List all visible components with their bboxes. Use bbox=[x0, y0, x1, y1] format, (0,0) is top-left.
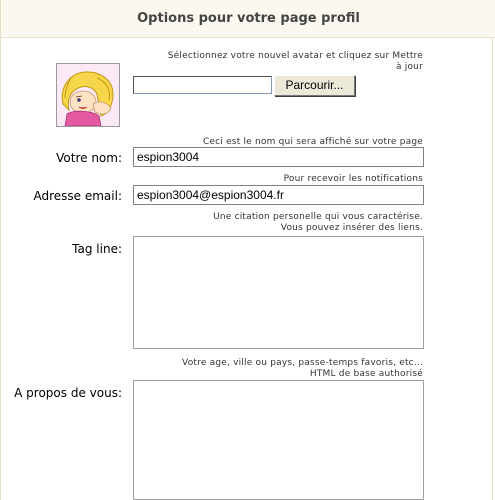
name-label: Votre nom: bbox=[56, 151, 122, 165]
about-hint: Votre age, ville ou pays, passe-temps fa… bbox=[182, 358, 423, 380]
tagline-label: Tag line: bbox=[72, 242, 122, 256]
browse-button[interactable]: Parcourir... bbox=[274, 75, 355, 96]
tagline-hint-line1: Une citation personelle qui vous caracté… bbox=[213, 212, 423, 222]
name-input[interactable] bbox=[133, 147, 424, 167]
email-input[interactable] bbox=[133, 185, 424, 205]
about-hint-line2: HTML de base authorisé bbox=[309, 369, 423, 379]
avatar-hint-line2: à jour bbox=[396, 62, 423, 72]
email-hint: Pour recevoir les notifications bbox=[283, 174, 423, 184]
cartoon-avatar-icon bbox=[57, 64, 119, 126]
about-label: A propos de vous: bbox=[14, 386, 122, 400]
about-textarea[interactable] bbox=[133, 380, 424, 500]
tagline-hint: Une citation personelle qui vous caracté… bbox=[213, 212, 423, 234]
avatar-hint: Sélectionnez votre nouvel avatar et cliq… bbox=[168, 51, 423, 73]
page-title: Options pour votre page profil bbox=[137, 11, 360, 26]
tagline-hint-line2: Vous pouvez insérer des liens. bbox=[280, 223, 423, 233]
about-hint-line1: Votre age, ville ou pays, passe-temps fa… bbox=[182, 358, 423, 368]
avatar-file-path-input[interactable] bbox=[133, 76, 272, 94]
avatar-image bbox=[56, 63, 120, 127]
tagline-textarea[interactable] bbox=[133, 236, 424, 349]
avatar-hint-line1: Sélectionnez votre nouvel avatar et cliq… bbox=[167, 51, 423, 61]
email-label: Adresse email: bbox=[33, 189, 122, 203]
panel-header: Options pour votre page profil bbox=[1, 0, 495, 38]
